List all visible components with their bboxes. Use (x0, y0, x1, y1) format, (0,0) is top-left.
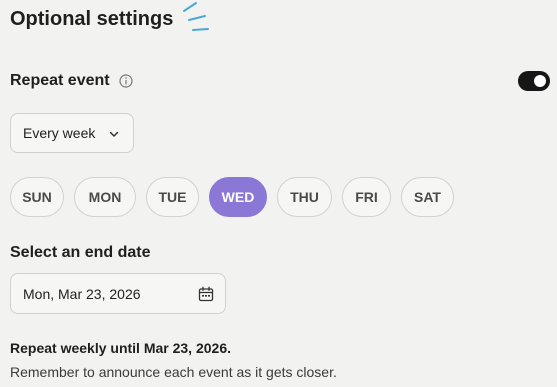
repeat-summary: Repeat weekly until Mar 23, 2026. (10, 340, 231, 356)
info-icon[interactable] (118, 74, 133, 88)
repeat-event-row: Repeat event (10, 72, 133, 90)
toggle-knob (534, 75, 546, 87)
day-button-fri[interactable]: FRI (342, 177, 391, 217)
sparkle-lines-icon (183, 2, 209, 31)
day-button-sat[interactable]: SAT (401, 177, 454, 217)
announcement-reminder: Remember to announce each event as it ge… (10, 364, 337, 380)
day-button-tue[interactable]: TUE (146, 177, 199, 217)
calendar-icon[interactable] (198, 286, 214, 302)
end-date-value: Mon, Mar 23, 2026 (23, 285, 141, 302)
weekday-selector: SUN MON TUE WED THU FRI SAT (10, 177, 454, 217)
page-title: Optional settings (10, 8, 174, 30)
repeat-event-toggle[interactable] (518, 71, 550, 91)
chevron-down-icon (109, 131, 119, 137)
day-button-thu[interactable]: THU (277, 177, 332, 217)
day-button-sun[interactable]: SUN (10, 177, 64, 217)
repeat-frequency-value: Every week (23, 125, 96, 141)
end-date-input[interactable]: Mon, Mar 23, 2026 (10, 273, 226, 314)
day-button-wed[interactable]: WED (209, 177, 267, 217)
day-button-mon[interactable]: MON (74, 177, 136, 217)
end-date-label: Select an end date (10, 244, 151, 261)
repeat-event-label: Repeat event (10, 72, 110, 89)
repeat-frequency-select[interactable]: Every week (10, 113, 134, 153)
